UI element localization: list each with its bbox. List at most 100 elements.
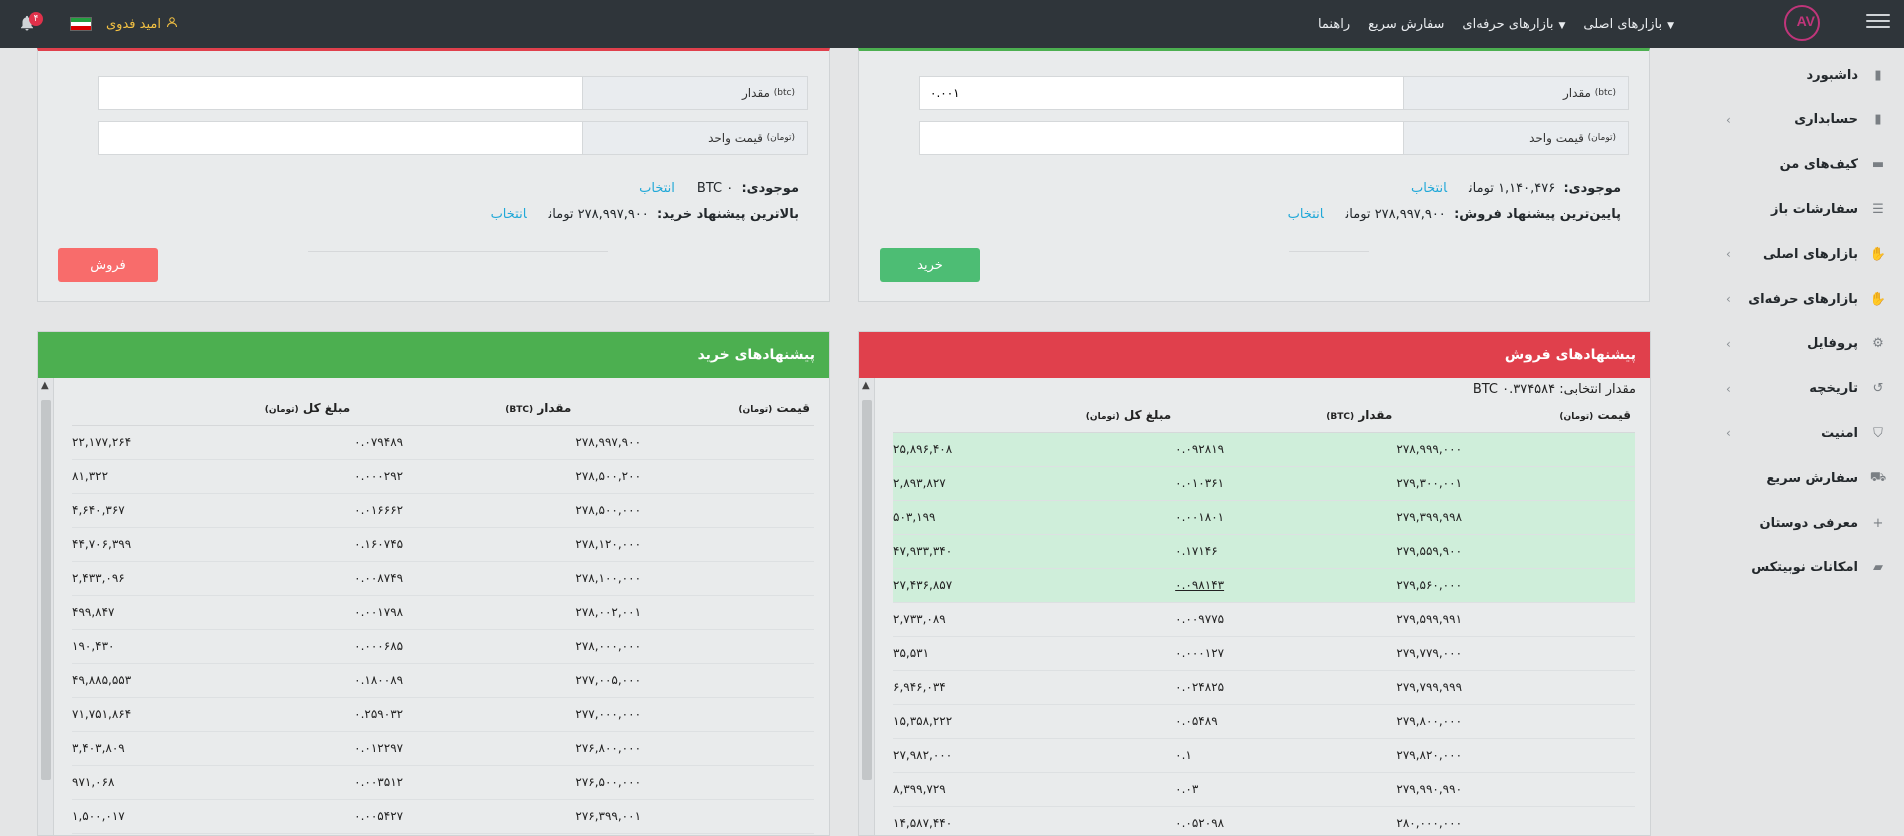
table-row[interactable]: ۲۷۸,۱۰۰,۰۰۰ ۰.۰۰۸۷۴۹ ۲,۴۳۳,۰۹۶ [72, 561, 814, 596]
table-row[interactable]: ۲۷۹,۳۰۰,۰۰۱ ۰.۰۱۰۳۶۱ ۲,۸۹۳,۸۲۷ [893, 466, 1635, 501]
scroll-thumb[interactable] [862, 400, 872, 780]
table-row[interactable]: ۲۷۸,۱۲۰,۰۰۰ ۰.۱۶۰۷۴۵ ۴۴,۷۰۶,۳۹۹ [72, 527, 814, 562]
price-cell: ۲۷۹,۵۹۹,۹۹۱ [1396, 602, 1635, 637]
table-row[interactable]: ۲۷۹,۳۹۹,۹۹۸ ۰.۰۰۱۸۰۱ ۵۰۳,۱۹۹ [893, 500, 1635, 535]
amount-cell: ۰.۰۰۵۴۲۷ [354, 799, 576, 834]
scroll-thumb[interactable] [41, 400, 51, 780]
amount-cell: ۰.۱ [1175, 738, 1397, 773]
sell-offers-scrollbar[interactable]: ▲ [859, 378, 875, 835]
iran-flag-icon[interactable] [70, 17, 92, 31]
sidebar-item[interactable]: ✋ بازارهای اصلی ‹ [1696, 232, 1904, 276]
total-cell: ۱۵,۳۵۸,۲۲۲ [893, 704, 1176, 739]
list-icon: ☰ [1872, 201, 1884, 217]
selected-amount-label: مقدار انتخابی: BTC ۰.۳۷۴۵۸۴ [1472, 382, 1636, 397]
top-nav-label: سفارش سریع [1368, 16, 1445, 32]
table-row[interactable]: ۲۷۶,۵۰۰,۰۰۰ ۰.۰۰۳۵۱۲ ۹۷۱,۰۶۸ [72, 765, 814, 800]
table-row[interactable]: ۲۷۸,۵۰۰,۲۰۰ ۰.۰۰۰۲۹۲ ۸۱,۳۲۲ [72, 459, 814, 494]
table-row[interactable]: ۲۷۹,۸۰۰,۰۰۰ ۰.۰۵۴۸۹ ۱۵,۳۵۸,۲۲۲ [893, 704, 1635, 739]
table-row[interactable]: ۲۷۹,۸۲۰,۰۰۰ ۰.۱ ۲۷,۹۸۲,۰۰۰ [893, 738, 1635, 773]
buy-best-select-link[interactable]: انتخاب [1288, 207, 1324, 222]
sell-best-select-link[interactable]: انتخاب [491, 207, 527, 222]
sidebar-item-label: معرفی دوستان [1759, 515, 1858, 531]
chevron-left-icon: ‹ [1726, 336, 1731, 351]
total-cell: ۹۷۱,۰۶۸ [72, 765, 355, 800]
price-cell: ۲۷۸,۵۰۰,۰۰۰ [575, 493, 814, 528]
sell-button[interactable]: فروش [58, 248, 158, 282]
price-cell: ۲۷۸,۱۰۰,۰۰۰ [575, 561, 814, 596]
sidebar-item[interactable]: ▬ کیف‌های من [1696, 143, 1904, 187]
top-nav-item[interactable]: سفارش سریع [1368, 17, 1444, 32]
table-row[interactable]: ۲۷۸,۰۰۰,۰۰۰ ۰.۰۰۰۶۸۵ ۱۹۰,۴۳۰ [72, 629, 814, 664]
table-row[interactable]: ۲۷۶,۳۹۹,۰۰۱ ۰.۰۰۵۴۲۷ ۱,۵۰۰,۰۱۷ [72, 799, 814, 834]
chevron-left-icon: ‹ [1726, 381, 1731, 396]
table-row[interactable]: ۲۷۹,۵۹۹,۹۹۱ ۰.۰۰۹۷۷۵ ۲,۷۳۳,۰۸۹ [893, 602, 1635, 637]
col-amount-header: مقدار (BTC) [354, 391, 576, 426]
sidebar-item[interactable]: ⛉ امنیت ‹ [1696, 411, 1904, 455]
sidebar-item[interactable]: ▰ امکانات نوبیتکس [1696, 546, 1904, 590]
total-cell: ۲۷,۹۸۲,۰۰۰ [893, 738, 1176, 773]
amount-cell: ۰.۲۵۹۰۳۲ [354, 697, 576, 732]
price-cell: ۲۷۷,۰۰۰,۰۰۰ [575, 697, 814, 732]
buy-button[interactable]: خرید [880, 248, 980, 282]
sidebar-item[interactable]: ⚙ پروفایل ‹ [1696, 322, 1904, 366]
buy-price-label: قیمت واحد (تومان) [1403, 122, 1628, 154]
notifications-bell-icon[interactable]: ۴ [18, 12, 43, 34]
sidebar-item-label: داشبورد [1806, 67, 1858, 83]
table-row[interactable]: ۲۷۹,۵۵۹,۹۰۰ ۰.۱۷۱۴۶ ۴۷,۹۳۳,۳۴۰ [893, 534, 1635, 569]
amount-cell: ۰.۰۰۳۵۱۲ [354, 765, 576, 800]
sidebar-item[interactable]: ▮ حسابداری ‹ [1696, 98, 1904, 142]
table-row[interactable]: ۲۷۸,۵۰۰,۰۰۰ ۰.۰۱۶۶۶۲ ۴,۶۴۰,۳۶۷ [72, 493, 814, 528]
table-row[interactable]: ۲۸۰,۰۰۰,۰۰۰ ۰.۰۵۲۰۹۸ ۱۴,۵۸۷,۴۴۰ [893, 806, 1635, 835]
table-row[interactable]: ۲۷۸,۹۹۷,۹۰۰ ۰.۰۷۹۴۸۹ ۲۲,۱۷۷,۲۶۴ [72, 425, 814, 460]
table-row[interactable]: ۲۷۹,۷۹۹,۹۹۹ ۰.۰۲۴۸۲۵ ۶,۹۴۶,۰۳۴ [893, 670, 1635, 705]
sidebar-item[interactable]: ▮ داشبورد [1696, 53, 1904, 97]
sidebar-item-label: سفارش سریع [1766, 470, 1858, 486]
handshake-icon: ✋ [1869, 291, 1887, 307]
table-row[interactable]: ۲۷۷,۰۰۰,۰۰۰ ۰.۲۵۹۰۳۲ ۷۱,۷۵۱,۸۶۴ [72, 697, 814, 732]
amount-cell: ۰.۰۹۲۸۱۹ [1175, 432, 1397, 467]
scroll-up-icon[interactable]: ▲ [41, 380, 49, 391]
amount-cell: ۰.۰۹۸۱۴۳ [1175, 568, 1397, 603]
table-row[interactable]: ۲۷۸,۹۹۹,۰۰۰ ۰.۰۹۲۸۱۹ ۲۵,۸۹۶,۴۰۸ [893, 432, 1635, 467]
user-menu[interactable]: امید فدوی [106, 16, 178, 32]
top-nav-item[interactable]: بازارهای حرفه‌ای ▼ [1462, 17, 1565, 32]
sidebar-item[interactable]: + معرفی دوستان [1696, 501, 1904, 545]
price-cell: ۲۷۹,۷۷۹,۰۰۰ [1396, 636, 1635, 671]
hamburger-menu-icon[interactable] [1866, 10, 1890, 34]
table-row[interactable]: ۲۷۸,۰۰۲,۰۰۱ ۰.۰۰۱۷۹۸ ۴۹۹,۸۴۷ [72, 595, 814, 630]
price-cell: ۲۷۹,۸۲۰,۰۰۰ [1396, 738, 1635, 773]
buy-balance-select-link[interactable]: انتخاب [1411, 181, 1447, 196]
buy-amount-input[interactable] [920, 77, 1403, 109]
table-row[interactable]: ۲۷۹,۹۹۰,۹۹۰ ۰.۰۳ ۸,۳۹۹,۷۲۹ [893, 772, 1635, 807]
buy-price-input[interactable] [920, 122, 1403, 154]
price-cell: ۲۷۸,۰۰۲,۰۰۱ [575, 595, 814, 630]
sidebar-item[interactable]: ↺ تاریخچه ‹ [1696, 367, 1904, 411]
total-cell: ۵۰۳,۱۹۹ [893, 500, 1176, 535]
sidebar-item[interactable]: ✋ بازارهای حرفه‌ای ‹ [1696, 277, 1904, 321]
scroll-up-icon[interactable]: ▲ [862, 380, 870, 391]
buy-offers-panel: پیشنهادهای خرید ▲ قیمت (تومان) مقدار (BT… [37, 331, 830, 836]
top-nav-item[interactable]: راهنما [1318, 17, 1350, 32]
buy-offers-scrollbar[interactable]: ▲ [38, 378, 54, 835]
amount-cell: ۰.۰۰۰۱۲۷ [1175, 636, 1397, 671]
sidebar-item-label: امکانات نوبیتکس [1751, 560, 1858, 576]
user-cog-icon: ⚙ [1872, 336, 1884, 352]
sell-amount-input[interactable] [99, 77, 582, 109]
buy-amount-label: مقدار (btc) [1403, 77, 1628, 109]
sell-balance-select-link[interactable]: انتخاب [639, 181, 675, 196]
table-row[interactable]: ۲۷۹,۷۷۹,۰۰۰ ۰.۰۰۰۱۲۷ ۳۵,۵۳۱ [893, 636, 1635, 671]
sell-price-input[interactable] [99, 122, 582, 154]
table-row[interactable]: ۲۷۹,۵۶۰,۰۰۰ ۰.۰۹۸۱۴۳ ۲۷,۴۳۶,۸۵۷ [893, 568, 1635, 603]
top-nav-label: راهنما [1317, 16, 1351, 32]
table-row[interactable]: ۲۷۷,۰۰۵,۰۰۰ ۰.۱۸۰۰۸۹ ۴۹,۸۸۵,۵۵۳ [72, 663, 814, 698]
sidebar-item-label: بازارهای حرفه‌ای [1748, 291, 1858, 307]
user-plus-icon: + [1872, 515, 1884, 531]
price-cell: ۲۷۹,۳۰۰,۰۰۱ [1396, 466, 1635, 501]
total-cell: ۱۴,۵۸۷,۴۴۰ [893, 806, 1176, 835]
top-nav-item[interactable]: بازارهای اصلی ▼ [1583, 17, 1674, 32]
table-row[interactable]: ۲۷۶,۸۰۰,۰۰۰ ۰.۰۱۲۲۹۷ ۳,۴۰۳,۸۰۹ [72, 731, 814, 766]
price-cell: ۲۷۹,۵۵۹,۹۰۰ [1396, 534, 1635, 569]
sidebar-item[interactable]: ☰ سفارشات باز [1696, 187, 1904, 231]
sidebar-item[interactable]: ⛟ سفارش سریع [1696, 456, 1904, 500]
buy-offers-table: قیمت (تومان) مقدار (BTC) مبلغ کل (تومان)… [72, 391, 814, 834]
